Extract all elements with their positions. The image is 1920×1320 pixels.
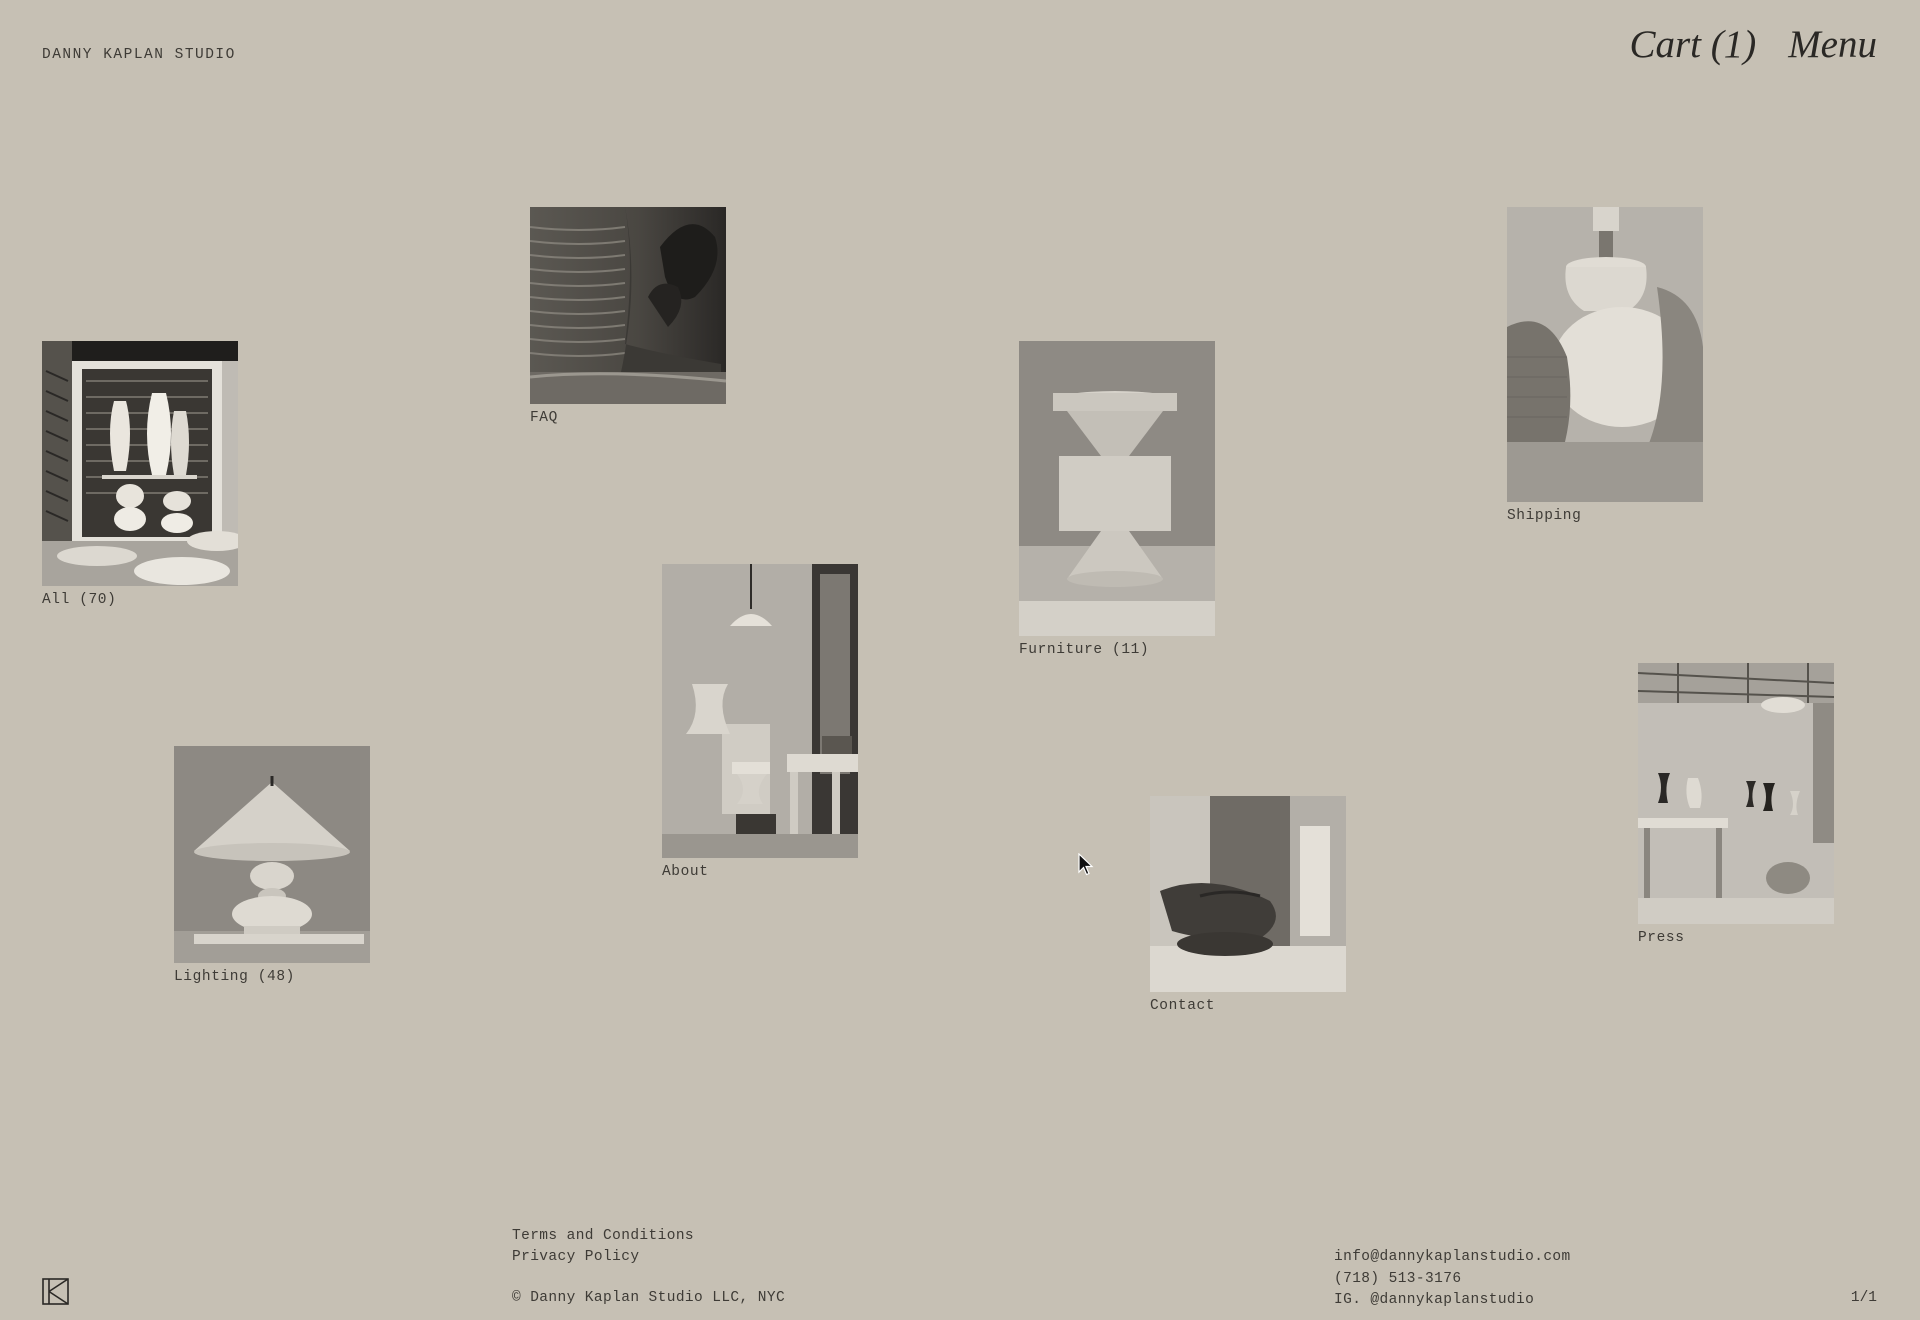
tile-about-label[interactable]: About bbox=[662, 864, 858, 880]
tile-all-image[interactable] bbox=[42, 341, 238, 586]
tile-faq-label[interactable]: FAQ bbox=[530, 410, 726, 426]
tile-lighting-image[interactable] bbox=[174, 746, 370, 963]
phone-link[interactable]: (718) 513-3176 bbox=[1334, 1269, 1571, 1291]
tile-faq-image[interactable] bbox=[530, 207, 726, 404]
mouse-pointer-icon bbox=[1078, 852, 1094, 877]
tile-press-label[interactable]: Press bbox=[1638, 930, 1834, 946]
tile-contact[interactable]: Contact bbox=[1150, 796, 1346, 1014]
dk-monogram-icon[interactable] bbox=[42, 1278, 69, 1305]
footer-contact: info@dannykaplanstudio.com (718) 513-317… bbox=[1334, 1247, 1571, 1312]
email-link[interactable]: info@dannykaplanstudio.com bbox=[1334, 1247, 1571, 1269]
tile-shipping[interactable]: Shipping bbox=[1507, 207, 1703, 524]
top-nav: Cart (1) Menu bbox=[1629, 22, 1877, 67]
tile-about-image[interactable] bbox=[662, 564, 858, 858]
tile-furniture-label[interactable]: Furniture (11) bbox=[1019, 642, 1215, 658]
brand-name[interactable]: DANNY KAPLAN STUDIO bbox=[42, 47, 236, 63]
tile-contact-label[interactable]: Contact bbox=[1150, 998, 1346, 1014]
tile-furniture[interactable]: Furniture (11) bbox=[1019, 341, 1215, 658]
tile-press-image[interactable] bbox=[1638, 663, 1834, 924]
tile-all[interactable]: All (70) bbox=[42, 341, 238, 608]
tile-lighting[interactable]: Lighting (48) bbox=[174, 746, 370, 985]
terms-link[interactable]: Terms and Conditions bbox=[512, 1226, 694, 1247]
tile-faq[interactable]: FAQ bbox=[530, 207, 726, 426]
tile-furniture-image[interactable] bbox=[1019, 341, 1215, 636]
tile-about[interactable]: About bbox=[662, 564, 858, 880]
cart-link[interactable]: Cart (1) bbox=[1629, 22, 1756, 67]
tile-press[interactable]: Press bbox=[1638, 663, 1834, 946]
tile-shipping-label[interactable]: Shipping bbox=[1507, 508, 1703, 524]
tile-shipping-image[interactable] bbox=[1507, 207, 1703, 502]
privacy-link[interactable]: Privacy Policy bbox=[512, 1247, 694, 1268]
instagram-link[interactable]: IG. @dannykaplanstudio bbox=[1334, 1290, 1571, 1312]
tile-all-label[interactable]: All (70) bbox=[42, 592, 238, 608]
tile-contact-image[interactable] bbox=[1150, 796, 1346, 992]
copyright-text: © Danny Kaplan Studio LLC, NYC bbox=[512, 1290, 786, 1306]
tile-lighting-label[interactable]: Lighting (48) bbox=[174, 969, 370, 985]
page-indicator: 1/1 bbox=[1850, 1290, 1877, 1306]
footer-legal-links: Terms and Conditions Privacy Policy bbox=[512, 1226, 694, 1268]
menu-link[interactable]: Menu bbox=[1788, 22, 1877, 67]
